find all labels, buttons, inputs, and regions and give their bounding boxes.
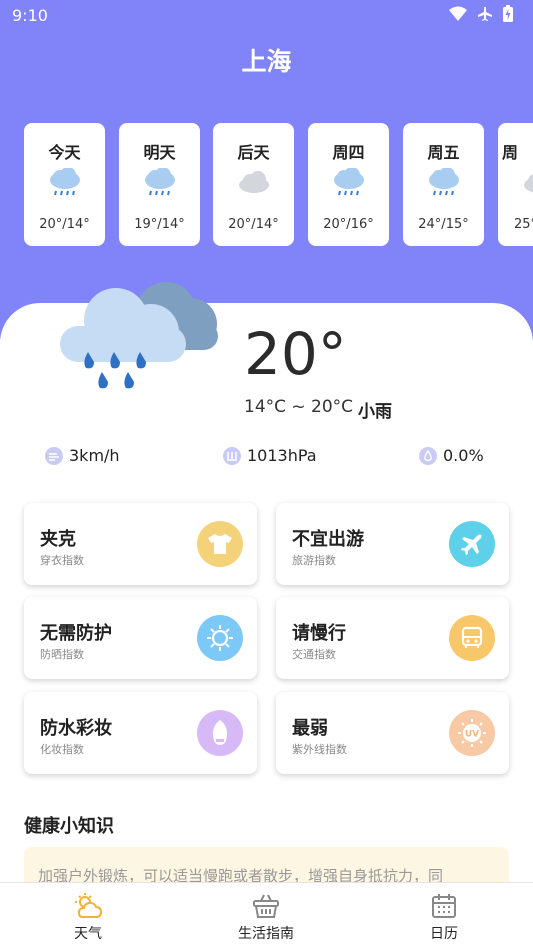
index-subtitle: 防晒指数 — [40, 648, 84, 661]
index-title: 夹克 — [40, 529, 76, 550]
weather-tab-icon — [75, 893, 102, 918]
tab-calendar[interactable]: 日历 — [384, 883, 504, 948]
current-temperature: 20° — [244, 320, 347, 388]
bottom-tab-bar: 天气 生活指南 日历 — [0, 882, 533, 948]
index-card-uv[interactable]: 最弱 紫外线指数 UV — [276, 692, 509, 774]
pressure-icon — [223, 446, 241, 465]
index-title: 防水彩妆 — [40, 718, 112, 739]
shirt-icon — [197, 521, 243, 567]
status-time: 9:10 — [12, 6, 48, 25]
index-card-makeup[interactable]: 防水彩妆 化妆指数 — [24, 692, 257, 774]
index-card-traffic[interactable]: 请慢行 交通指数 — [276, 597, 509, 679]
tab-label: 日历 — [430, 926, 458, 942]
index-title: 不宜出游 — [292, 529, 364, 550]
health-section-title: 健康小知识 — [24, 816, 114, 837]
wind-icon — [45, 446, 63, 465]
battery-icon — [503, 5, 513, 22]
index-card-clothing[interactable]: 夹克 穿衣指数 — [24, 503, 257, 585]
forecast-day: 周 — [502, 143, 519, 162]
tab-weather[interactable]: 天气 — [28, 883, 148, 948]
index-title: 无需防护 — [40, 623, 112, 644]
rain-cloud-icon — [334, 168, 364, 196]
forecast-temp: 24°/15° — [418, 217, 469, 232]
index-subtitle: 旅游指数 — [292, 554, 336, 567]
forecast-day: 今天 — [48, 143, 81, 162]
uv-icon: UV — [449, 710, 495, 756]
index-subtitle: 化妆指数 — [40, 743, 84, 756]
forecast-temp: 25° — [514, 217, 533, 232]
forecast-temp: 20°/14° — [228, 217, 279, 232]
index-card-travel[interactable]: 不宜出游 旅游指数 — [276, 503, 509, 585]
svg-text:UV: UV — [465, 730, 479, 740]
forecast-card[interactable]: 今天 20°/14° — [24, 123, 105, 246]
forecast-card[interactable]: 后天 20°/14° — [213, 123, 294, 246]
wifi-icon — [449, 6, 467, 22]
index-subtitle: 交通指数 — [292, 648, 336, 661]
forecast-temp: 20°/14° — [39, 217, 90, 232]
tab-life-guide[interactable]: 生活指南 — [206, 883, 326, 948]
bus-icon — [449, 615, 495, 661]
cloud-icon — [239, 171, 269, 193]
index-subtitle: 穿衣指数 — [40, 554, 84, 567]
forecast-temp: 20°/16° — [323, 217, 374, 232]
tab-label: 天气 — [74, 926, 102, 942]
forecast-card[interactable]: 周五 24°/15° — [403, 123, 484, 246]
forecast-day: 周五 — [427, 143, 460, 162]
forecast-card[interactable]: 明天 19°/14° — [119, 123, 200, 246]
rain-cloud-icon — [429, 168, 459, 196]
forecast-card[interactable]: 周四 20°/16° — [308, 123, 389, 246]
index-title: 请慢行 — [292, 623, 346, 644]
wind-stat: 3km/h — [45, 446, 120, 465]
forecast-card[interactable]: 周 25° — [498, 123, 533, 246]
wind-value: 3km/h — [69, 446, 120, 465]
status-bar: 9:10 — [0, 0, 533, 30]
precipitation-stat: 0.0% — [419, 446, 484, 465]
current-range: 14°C ~ 20°C — [244, 397, 354, 417]
forecast-temp: 19°/14° — [134, 217, 185, 232]
makeup-icon — [197, 710, 243, 756]
calendar-tab-icon — [432, 894, 456, 918]
cloud-icon — [524, 174, 533, 193]
pressure-stat: 1013hPa — [223, 446, 317, 465]
rain-cloud-icon — [50, 168, 80, 196]
tab-label: 生活指南 — [238, 926, 294, 942]
city-title: 上海 — [241, 47, 292, 76]
forecast-day: 明天 — [143, 143, 176, 162]
index-title: 最弱 — [292, 718, 328, 739]
forecast-day: 周四 — [332, 143, 365, 162]
forecast-day: 后天 — [237, 143, 270, 162]
forecast-strip[interactable]: 今天 20°/14° 明天 19°/14° 后天 20°/14° 周四 20°/… — [24, 123, 533, 246]
basket-tab-icon — [253, 894, 279, 918]
sun-icon — [197, 615, 243, 661]
drop-icon — [419, 446, 437, 465]
airplane-icon — [477, 6, 493, 22]
rain-cloud-icon — [60, 282, 218, 389]
rain-cloud-icon — [145, 168, 175, 196]
current-description: 小雨 — [358, 402, 392, 422]
index-card-sunscreen[interactable]: 无需防护 防晒指数 — [24, 597, 257, 679]
index-subtitle: 紫外线指数 — [292, 743, 347, 756]
plane-icon — [449, 521, 495, 567]
pressure-value: 1013hPa — [247, 446, 317, 465]
precipitation-value: 0.0% — [443, 446, 484, 465]
